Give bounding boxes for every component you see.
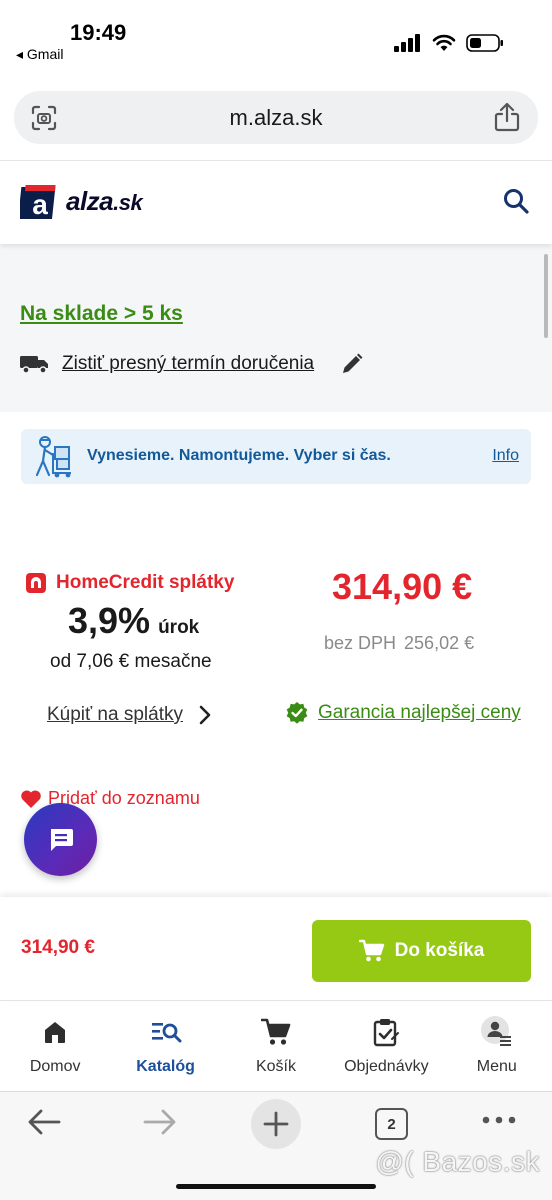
scrollbar-thumb[interactable] [544, 254, 548, 338]
signal-icon [394, 34, 420, 52]
cart-nav-icon [260, 1016, 291, 1048]
nav-label-catalog: Katalóg [136, 1058, 195, 1075]
logo-text: alza.sk [66, 185, 143, 216]
heart-icon [21, 789, 41, 808]
nav-item-orders[interactable]: Objednávky [331, 1002, 441, 1091]
battery-icon [466, 34, 503, 52]
orders-icon [372, 1016, 400, 1048]
homecredit-title: HomeCredit splátky [26, 572, 234, 594]
best-price-guarantee-link[interactable]: Garancia najlepšej ceny [286, 702, 521, 724]
url-text[interactable]: m.alza.sk [14, 105, 538, 131]
nav-item-home[interactable]: Domov [0, 1002, 110, 1091]
stock-availability-link[interactable]: Na sklade > 5 ks [20, 302, 183, 326]
catalog-icon [150, 1016, 182, 1048]
plus-icon [263, 1111, 289, 1137]
wifi-icon [432, 34, 456, 51]
delivery-person-icon [31, 435, 77, 484]
buy-on-installments-label[interactable]: Kúpiť na splátky [47, 704, 183, 726]
browser-forward-icon[interactable] [142, 1106, 178, 1143]
info-banner: Vynesieme. Namontujeme. Vyber si čas. In… [21, 429, 531, 484]
nav-item-catalog[interactable]: Katalóg [110, 1002, 220, 1091]
back-to-app-link[interactable]: ◂ Gmail [16, 46, 63, 63]
homecredit-logo-icon [26, 573, 46, 593]
nav-label-orders: Objednávky [344, 1058, 429, 1075]
add-to-cart-button[interactable]: Do košíka [312, 920, 531, 982]
bottom-nav: Domov Katalóg Košík Objednávky Menu [0, 1002, 552, 1092]
alza-logo[interactable]: a alza.sk [20, 181, 143, 221]
buy-on-installments-link[interactable]: Kúpiť na splátky [47, 704, 211, 726]
alza-logo-icon: a [20, 185, 56, 220]
price-without-vat: bez DPH 256,02 € [324, 633, 475, 653]
nav-label-menu: Menu [476, 1058, 517, 1075]
cart-icon [358, 939, 384, 962]
svg-text:a: a [32, 189, 48, 220]
more-options-icon[interactable] [482, 1112, 516, 1130]
chevron-right-icon [199, 705, 211, 725]
pencil-icon[interactable] [340, 352, 364, 376]
search-icon[interactable] [502, 187, 530, 220]
home-icon [42, 1016, 68, 1048]
delivery-date-link[interactable]: Zistiť presný termín doručenia [62, 353, 314, 375]
status-time: 19:49 [70, 20, 127, 45]
chat-icon [50, 828, 73, 851]
nav-label-home: Domov [29, 1058, 81, 1075]
nav-label-cart: Košík [255, 1058, 296, 1075]
new-tab-button[interactable] [251, 1099, 301, 1149]
status-icons [394, 34, 504, 52]
product-price: 314,90 € [332, 566, 473, 607]
browser-back-icon[interactable] [26, 1106, 62, 1143]
nav-item-cart[interactable]: Košík [221, 1002, 331, 1091]
share-icon[interactable] [494, 102, 520, 137]
stock-panel [0, 244, 552, 412]
homecredit-rate: 3,9% úrok [68, 600, 199, 642]
rate-label: úrok [158, 617, 200, 638]
truck-icon [20, 356, 48, 374]
info-link[interactable]: Info [492, 447, 519, 465]
chat-button[interactable] [24, 803, 97, 876]
delivery-row[interactable]: Zistiť presný termín doručenia [20, 352, 364, 376]
nav-item-menu[interactable]: Menu [442, 1002, 552, 1091]
menu-user-icon [480, 1016, 514, 1048]
rate-value: 3,9% [68, 600, 151, 641]
info-banner-text: Vynesieme. Namontujeme. Vyber si čas. [87, 447, 391, 464]
sticky-cart-bar: 314,90 € Do košíka [0, 897, 552, 1001]
watermark: @( Bazos.sk [375, 1146, 540, 1177]
status-bar: 19:49 ◂ Gmail [0, 0, 552, 78]
verified-badge-icon [286, 702, 308, 724]
tab-switcher-button[interactable]: 2 [375, 1108, 408, 1140]
home-indicator[interactable] [176, 1184, 376, 1189]
monthly-payment: od 7,06 € mesačne [50, 651, 212, 672]
cart-bar-price: 314,90 € [21, 937, 95, 958]
url-bar[interactable]: m.alza.sk [14, 91, 538, 144]
site-header: a alza.sk [0, 160, 552, 244]
